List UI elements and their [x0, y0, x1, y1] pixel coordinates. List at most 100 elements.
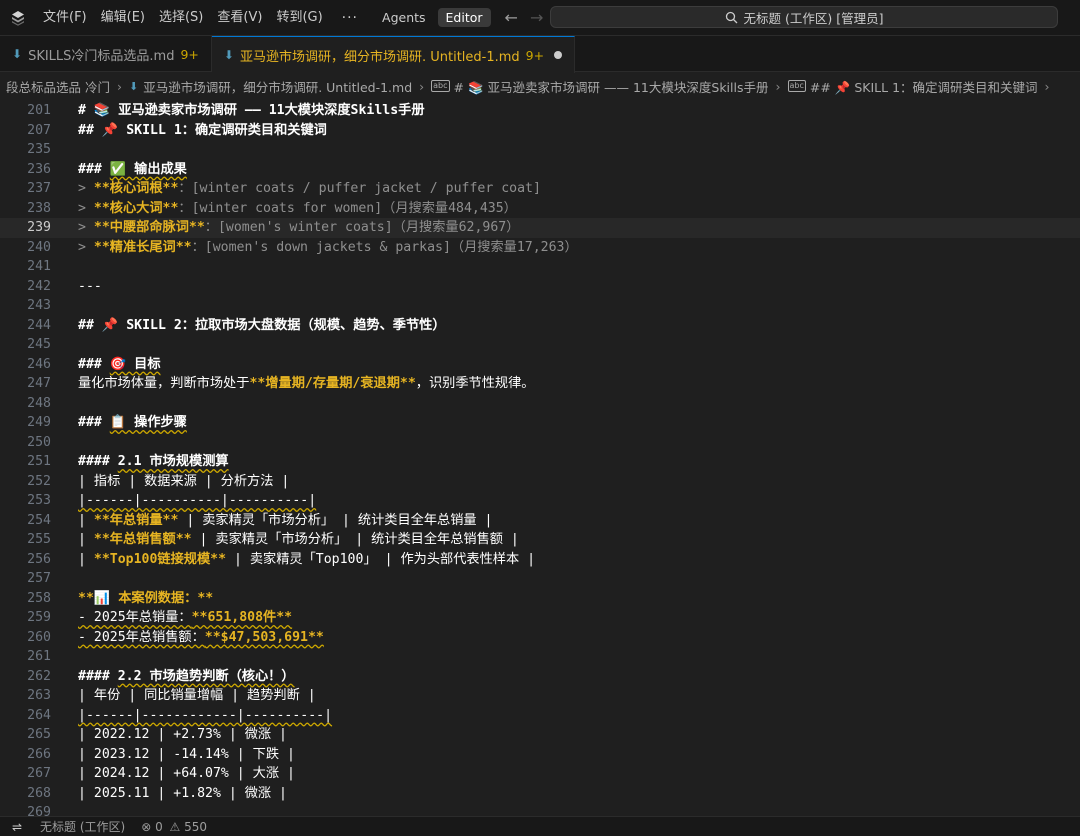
code-line[interactable]: 260 - 2025年总销售额：**$47,503,691**: [0, 628, 1080, 648]
unsaved-dot-icon[interactable]: [554, 51, 563, 59]
status-problems[interactable]: ⊗ 0 ⚠ 550: [141, 820, 207, 834]
line-number: 237: [27, 181, 51, 196]
line-content: | 2023.12 | -14.14% | 下跌 |: [78, 746, 295, 762]
line-number: 261: [27, 649, 51, 664]
menu-view[interactable]: 查看(V): [210, 0, 269, 36]
breadcrumb-file[interactable]: 亚马逊市场调研，细分市场调研. Untitled-1.md: [143, 77, 412, 96]
code-line[interactable]: 266 | 2023.12 | -14.14% | 下跌 |: [0, 745, 1080, 765]
line-content: | 2022.12 | +2.73% | 微涨 |: [78, 727, 287, 742]
code-line[interactable]: 237 > **核心词根**：[winter coats / puffer jac…: [0, 179, 1080, 199]
remote-connection-icon[interactable]: ⇌: [0, 820, 34, 834]
code-line[interactable]: 207 ## 📌 SKILL 1：确定调研类目和关键词: [0, 121, 1080, 141]
code-line[interactable]: 238 > **核心大词**：[winter coats for women]（月…: [0, 199, 1080, 219]
agents-mode-button[interactable]: Agents: [374, 8, 434, 27]
line-content: | **年总销售额** | 卖家精灵「市场分析」 | 统计类目全年总销售额 |: [78, 532, 519, 547]
symbol-string-icon: abc: [431, 80, 450, 92]
markdown-file-icon: ⬇: [223, 48, 234, 62]
code-line[interactable]: 236 ### ✅ 输出成果: [0, 160, 1080, 180]
line-number: 254: [27, 512, 51, 528]
code-line[interactable]: 257: [0, 569, 1080, 589]
title-bar: 文件(F) 编辑(E) 选择(S) 查看(V) 转到(G) ··· Agents…: [0, 0, 1080, 36]
line-number: 269: [27, 805, 51, 816]
code-line[interactable]: 241: [0, 257, 1080, 277]
tab-untitled-market-research[interactable]: ⬇ 亚马逊市场调研，细分市场调研. Untitled-1.md 9+: [211, 36, 576, 73]
command-center-search[interactable]: 无标题 (工作区) [管理员]: [550, 6, 1058, 28]
code-line[interactable]: 252 | 指标 | 数据来源 | 分析方法 |: [0, 472, 1080, 492]
symbol-string-icon: abc: [787, 80, 806, 92]
line-number: 257: [27, 571, 51, 586]
line-number: 266: [27, 746, 51, 762]
code-line[interactable]: 239 > **中腰部命脉词**：[women's winter coats]（月…: [0, 218, 1080, 238]
line-number: 236: [27, 161, 51, 177]
code-line[interactable]: 265 | 2022.12 | +2.73% | 微涨 |: [0, 725, 1080, 745]
code-line[interactable]: 249 ### 📋 操作步骤: [0, 413, 1080, 433]
code-line[interactable]: 250: [0, 433, 1080, 453]
line-content: | 年份 | 同比销量增幅 | 趋势判断 |: [78, 688, 316, 703]
menu-edit[interactable]: 编辑(E): [94, 0, 152, 36]
line-content: > **核心词根**：[winter coats / puffer jacket…: [78, 181, 541, 196]
code-line[interactable]: 245: [0, 335, 1080, 355]
breadcrumb-heading-1[interactable]: # 📚 亚马逊卖家市场调研 —— 11大模块深度Skills手册: [454, 77, 769, 96]
line-content: #### 2.2 市场趋势判断（核心！）: [78, 668, 295, 684]
command-center-label: 无标题 (工作区) [管理员]: [743, 10, 884, 26]
code-editor[interactable]: 201 # 📚 亚马逊卖家市场调研 —— 11大模块深度Skills手册 207 ##…: [0, 101, 1080, 816]
code-line[interactable]: 246 ### 🎯 目标: [0, 355, 1080, 375]
line-content: ## 📌 SKILL 1：确定调研类目和关键词: [78, 122, 327, 138]
line-content: |------|------------|----------|: [78, 707, 333, 723]
code-line[interactable]: 259 - 2025年总销量：**651,808件**: [0, 608, 1080, 628]
line-number: 256: [27, 551, 51, 567]
line-number: 243: [27, 298, 51, 313]
code-line[interactable]: 258 **📊 本案例数据：**: [0, 589, 1080, 609]
line-number: 240: [27, 239, 51, 255]
code-line[interactable]: 242 ---: [0, 277, 1080, 297]
line-content: - 2025年总销售额：**$47,503,691**: [78, 629, 324, 645]
back-arrow-icon[interactable]: ←: [505, 8, 518, 27]
editor-mode-button[interactable]: Editor: [437, 8, 491, 27]
menu-file[interactable]: 文件(F): [36, 0, 94, 36]
code-line[interactable]: 262 #### 2.2 市场趋势判断（核心！）: [0, 667, 1080, 687]
tab-skills-file[interactable]: ⬇ SKILLS冷门标品选品.md 9+: [0, 36, 212, 72]
line-content: | **年总销量** | 卖家精灵「市场分析」 | 统计类目全年总销量 |: [78, 512, 493, 528]
line-number: 244: [27, 317, 51, 333]
menu-more-button[interactable]: ···: [330, 10, 370, 26]
code-line[interactable]: 240 > **精准长尾词**：[women's down jackets & p…: [0, 238, 1080, 258]
code-line[interactable]: 253 |------|----------|----------|: [0, 491, 1080, 511]
line-content: |------|----------|----------|: [78, 493, 317, 508]
menu-selection[interactable]: 选择(S): [152, 0, 210, 36]
line-number: 253: [27, 493, 51, 508]
code-line[interactable]: 256 | **Top100链接规模** | 卖家精灵「Top100」 | 作为头…: [0, 550, 1080, 570]
line-number: 264: [27, 707, 51, 723]
line-content: **📊 本案例数据：**: [78, 590, 214, 606]
app-logo-icon[interactable]: [0, 0, 36, 36]
code-line[interactable]: 269: [0, 803, 1080, 816]
code-line[interactable]: 254 | **年总销量** | 卖家精灵「市场分析」 | 统计类目全年总销量 |: [0, 511, 1080, 531]
code-line[interactable]: 244 ## 📌 SKILL 2：拉取市场大盘数据（规模、趋势、季节性）: [0, 316, 1080, 336]
line-number: 242: [27, 278, 51, 294]
editor-tab-bar: ⬇ SKILLS冷门标品选品.md 9+ ⬇ 亚马逊市场调研，细分市场调研. U…: [0, 36, 1080, 73]
code-line[interactable]: 247 量化市场体量，判断市场处于**增量期/存量期/衰退期**，识别季节性规律。: [0, 374, 1080, 394]
code-line[interactable]: 264 |------|------------|----------|: [0, 706, 1080, 726]
code-line[interactable]: 243: [0, 296, 1080, 316]
status-workspace[interactable]: 无标题 (工作区): [40, 818, 125, 835]
line-number: 235: [27, 142, 51, 157]
line-content: ## 📌 SKILL 2：拉取市场大盘数据（规模、趋势、季节性）: [78, 317, 446, 333]
line-number: 267: [27, 766, 51, 781]
code-line[interactable]: 261: [0, 647, 1080, 667]
breadcrumb-folder[interactable]: 段总标品选品 冷门: [6, 77, 110, 96]
code-line[interactable]: 235: [0, 140, 1080, 160]
code-line[interactable]: 248: [0, 394, 1080, 414]
forward-arrow-icon[interactable]: →: [530, 8, 543, 27]
code-line[interactable]: 267 | 2024.12 | +64.07% | 大涨 |: [0, 764, 1080, 784]
line-number: 258: [27, 590, 51, 606]
code-line[interactable]: 263 | 年份 | 同比销量增幅 | 趋势判断 |: [0, 686, 1080, 706]
breadcrumb-heading-2[interactable]: ## 📌 SKILL 1：确定调研类目和关键词: [810, 77, 1038, 96]
line-number: 263: [27, 688, 51, 703]
breadcrumb: 段总标品选品 冷门 › ⬇ 亚马逊市场调研，细分市场调研. Untitled-1…: [0, 73, 1080, 99]
line-content: ### 🎯 目标: [78, 356, 161, 372]
error-count: 0: [155, 819, 163, 834]
code-line[interactable]: 268 | 2025.11 | +1.82% | 微涨 |: [0, 784, 1080, 804]
code-line[interactable]: 201 # 📚 亚马逊卖家市场调研 —— 11大模块深度Skills手册: [0, 101, 1080, 121]
code-line[interactable]: 255 | **年总销售额** | 卖家精灵「市场分析」 | 统计类目全年总销售额…: [0, 530, 1080, 550]
code-line[interactable]: 251 #### 2.1 市场规模测算: [0, 452, 1080, 472]
menu-go[interactable]: 转到(G): [269, 0, 329, 36]
